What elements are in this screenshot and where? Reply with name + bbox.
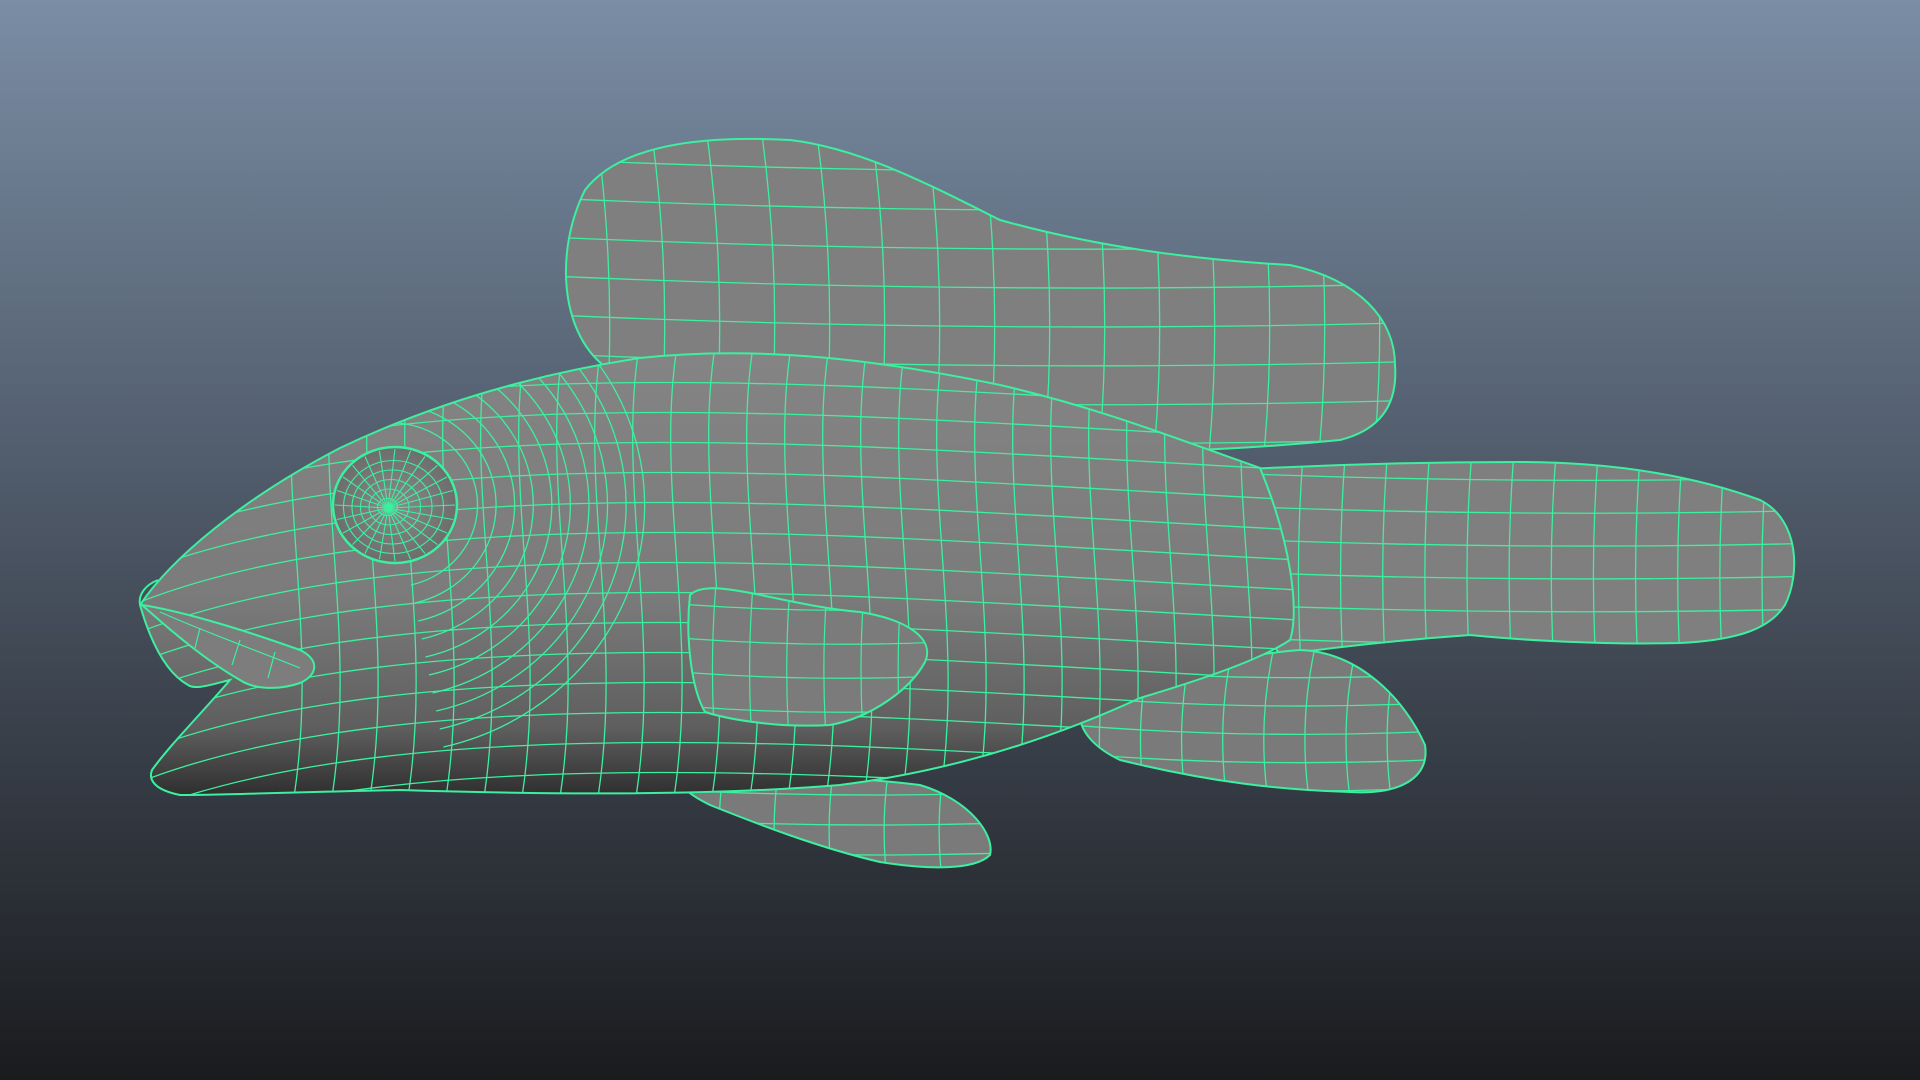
- eye[interactable]: [331, 445, 459, 565]
- 3d-viewport[interactable]: [0, 0, 1920, 1080]
- viewport-canvas[interactable]: [0, 0, 1920, 1080]
